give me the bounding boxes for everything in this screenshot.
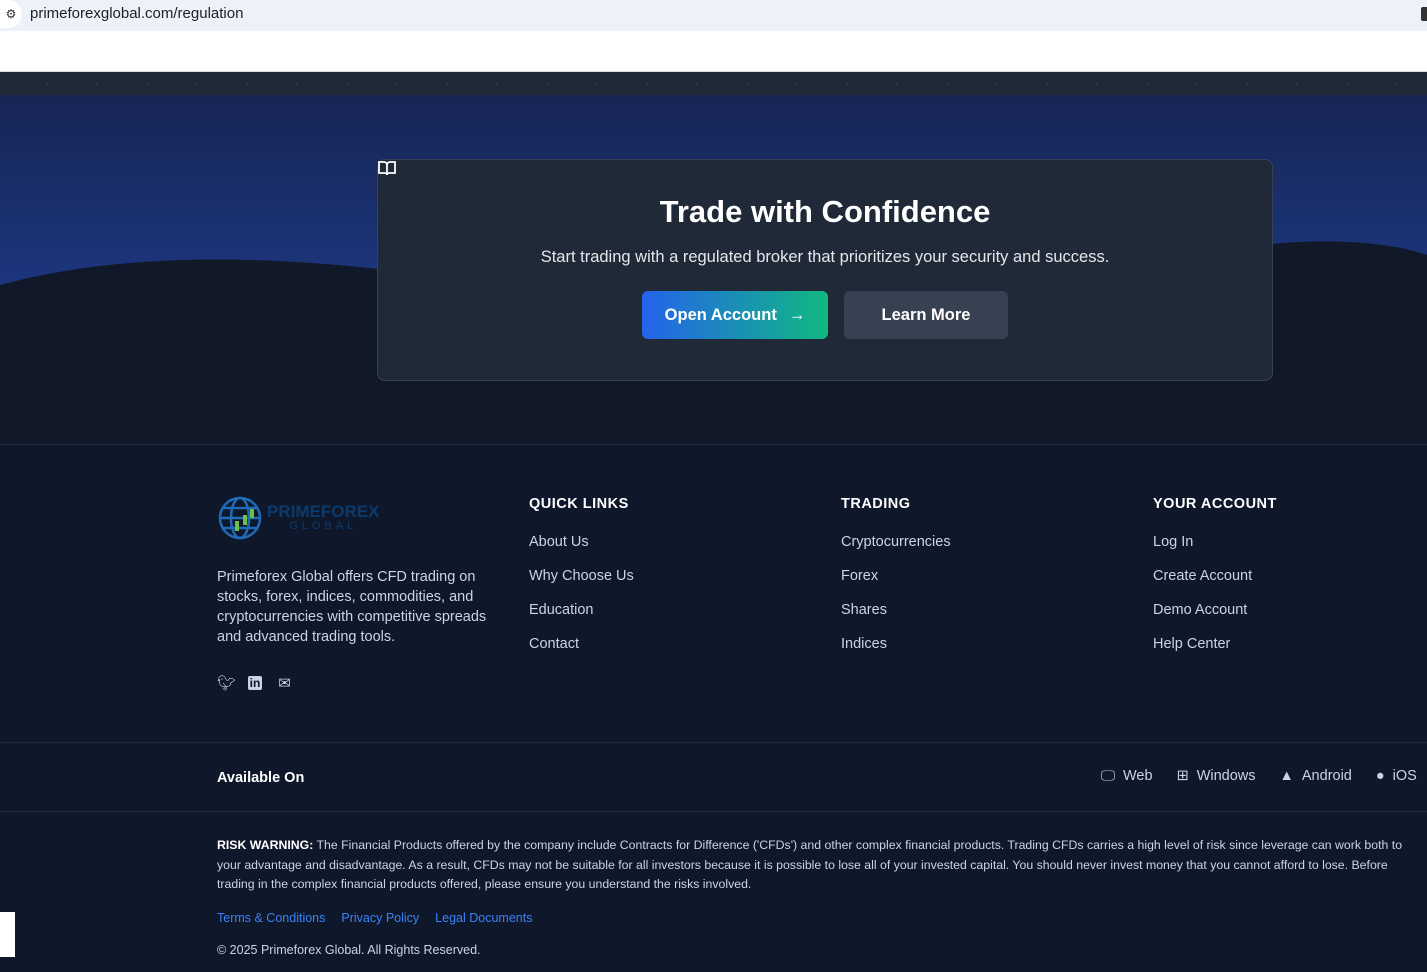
platform-ios[interactable]: ● iOS — [1376, 768, 1417, 784]
trading-heading: TRADING — [841, 496, 911, 512]
link-legal-documents[interactable]: Legal Documents — [435, 911, 532, 925]
copyright: © 2025 Primeforex Global. All Rights Res… — [217, 943, 481, 957]
floating-widget[interactable] — [0, 912, 15, 957]
extension-icon[interactable] — [1421, 7, 1427, 21]
open-account-button[interactable]: Open Account → — [642, 291, 828, 339]
available-on-bar: Available On 🖵 Web ⊞ Windows ▲ Android ● iOS — [0, 742, 1427, 812]
logo[interactable]: PRIMEFOREX GLOBAL — [217, 495, 379, 541]
site-settings-icon[interactable]: ⚙ — [0, 0, 22, 28]
learn-more-button[interactable]: Learn More — [378, 161, 1008, 339]
risk-warning-text: The Financial Products offered by the co… — [217, 838, 1403, 891]
link-indices[interactable]: Indices — [841, 636, 951, 652]
link-education[interactable]: Education — [529, 602, 634, 618]
company-description: Primeforex Global offers CFD trading on … — [217, 569, 487, 645]
link-why-choose-us[interactable]: Why Choose Us — [529, 568, 634, 584]
book-open-icon — [378, 161, 396, 176]
open-account-label: Open Account — [664, 305, 777, 324]
page-header-blank — [0, 31, 1427, 72]
logo-line2: GLOBAL — [289, 520, 358, 532]
quick-links-column: QUICK LINKS About Us Why Choose Us Educa… — [529, 496, 634, 670]
apple-icon: ● — [1375, 768, 1385, 784]
risk-warning: RISK WARNING: The Financial Products off… — [217, 836, 1412, 895]
available-on-label: Available On — [217, 770, 305, 786]
android-icon: ▲ — [1279, 768, 1294, 784]
arrow-right-icon: → — [788, 305, 806, 324]
globe-logo-icon — [218, 496, 262, 540]
link-privacy[interactable]: Privacy Policy — [341, 911, 419, 925]
link-terms[interactable]: Terms & Conditions — [217, 911, 325, 925]
cta-section: Trade with Confidence Start trading with… — [0, 95, 1427, 445]
link-help-center[interactable]: Help Center — [1153, 636, 1277, 652]
risk-warning-label: RISK WARNING: — [217, 838, 314, 852]
monitor-icon: 🖵 — [1101, 768, 1115, 784]
trading-column: TRADING Cryptocurrencies Forex Shares In… — [841, 496, 951, 670]
link-log-in[interactable]: Log In — [1153, 534, 1277, 550]
dotted-strip — [0, 72, 1427, 95]
learn-more-label: Learn More — [881, 305, 971, 324]
account-column: YOUR ACCOUNT Log In Create Account Demo … — [1153, 496, 1277, 670]
legal-links: Terms & Conditions Privacy Policy Legal … — [217, 911, 532, 925]
account-heading: YOUR ACCOUNT — [1153, 496, 1277, 512]
cta-card: Trade with Confidence Start trading with… — [377, 159, 1273, 381]
link-shares[interactable]: Shares — [841, 602, 951, 618]
link-contact[interactable]: Contact — [529, 636, 634, 652]
platform-windows[interactable]: ⊞ Windows — [1177, 768, 1256, 784]
url-text[interactable]: primeforexglobal.com/regulation — [30, 5, 243, 22]
link-cryptocurrencies[interactable]: Cryptocurrencies — [841, 534, 951, 550]
link-forex[interactable]: Forex — [841, 568, 951, 584]
linkedin-icon[interactable]: in — [248, 676, 262, 690]
link-about-us[interactable]: About Us — [529, 534, 634, 550]
link-create-account[interactable]: Create Account — [1153, 568, 1277, 584]
quick-links-heading: QUICK LINKS — [529, 496, 629, 512]
logo-line1: PRIMEFOREX — [267, 502, 380, 521]
email-icon[interactable]: ✉ — [276, 674, 293, 692]
windows-icon: ⊞ — [1176, 768, 1189, 784]
platform-android[interactable]: ▲ Android — [1280, 768, 1352, 784]
browser-address-bar[interactable]: ⚙ primeforexglobal.com/regulation — [0, 0, 1427, 31]
link-demo-account[interactable]: Demo Account — [1153, 602, 1277, 618]
social-links: 🐦︎ in ✉ — [217, 674, 293, 692]
cta-subtitle: Start trading with a regulated broker th… — [540, 248, 1110, 266]
twitter-icon[interactable]: 🐦︎ — [217, 674, 236, 692]
platform-web[interactable]: 🖵 Web — [1101, 768, 1153, 784]
cta-title: Trade with Confidence — [659, 194, 991, 229]
